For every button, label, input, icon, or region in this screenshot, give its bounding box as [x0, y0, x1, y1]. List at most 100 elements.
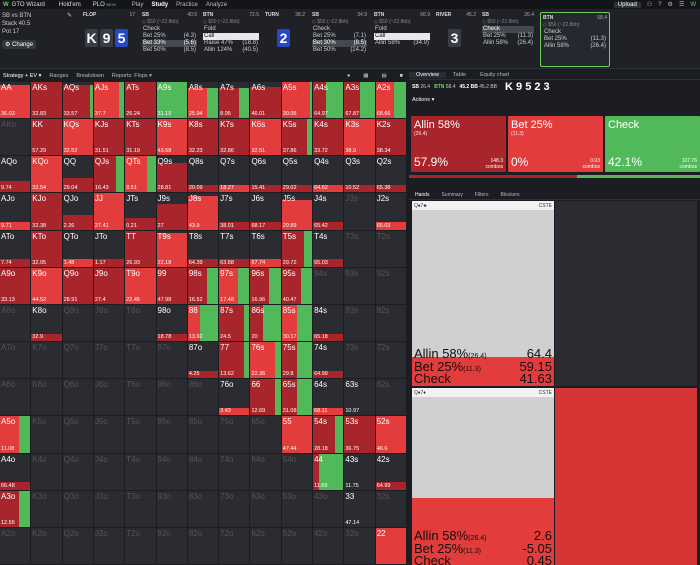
seat-option[interactable]: Check — [312, 26, 367, 33]
hand-cell[interactable]: J9s 27 — [156, 193, 188, 231]
hand-cell[interactable]: Q9o 28.91 — [62, 267, 94, 305]
hand-cell[interactable]: K7s 32.86 — [219, 119, 251, 157]
hand-cell[interactable]: AJs 37.7 — [93, 82, 126, 120]
hand-cell[interactable]: 44 11.69 — [313, 453, 345, 491]
hand-cell[interactable]: T8o — [125, 304, 157, 343]
hand-cell[interactable]: 86s 20 — [250, 304, 282, 343]
hand-cell[interactable]: Q3s 10.52 — [344, 156, 376, 194]
seat-sb-turn[interactable]: SB 34.9 ◇ $50 (~22.8bb) Check Bet 25% (7.1) Be… — [312, 12, 367, 67]
hand-cell[interactable]: 73o — [219, 490, 251, 528]
hand-cell[interactable]: KTo 32.05 — [31, 230, 63, 268]
hand-cell[interactable]: K6s 32.51 — [250, 119, 282, 157]
hand-cell[interactable]: J7s 38.01 — [219, 193, 251, 231]
hand-cell[interactable]: T6o — [125, 379, 157, 417]
hand-cell[interactable]: QTs 8.51 — [125, 156, 157, 194]
seat-option[interactable]: Bet 25% (4.3) — [142, 33, 197, 40]
hand-cell[interactable]: J3s — [344, 193, 376, 231]
hand-cell[interactable]: 85o — [187, 416, 220, 454]
hand-cell[interactable]: T6s 67.74 — [250, 230, 282, 268]
hand-cell[interactable]: 98s 16.52 — [187, 267, 220, 305]
hand-cell[interactable]: 92s — [375, 267, 407, 305]
hand-cell[interactable]: 66 12.69 — [250, 379, 282, 417]
hand-cell[interactable]: K4s 33.72 — [313, 119, 345, 157]
hand-cell[interactable]: J8s 43.9 — [187, 193, 220, 231]
hand-cell[interactable]: 83o — [187, 490, 220, 528]
hand-cell[interactable]: Q2s 65.38 — [375, 156, 407, 194]
seat-option[interactable]: Bet 25% (11.3) — [482, 33, 534, 40]
hand-cell[interactable]: A8o — [0, 304, 32, 343]
hand-cell[interactable]: 75o — [219, 416, 251, 454]
hand-cell[interactable]: 96s 16.96 — [250, 267, 282, 305]
hand-cell[interactable]: ATs 26.24 — [125, 82, 157, 120]
seat-option[interactable]: Check — [482, 26, 534, 33]
hand-cell[interactable]: K5o — [31, 416, 63, 454]
seat-option[interactable]: Allin 58% (34.9) — [374, 40, 430, 47]
hand-cell[interactable]: 42o — [313, 527, 345, 565]
seat-option[interactable]: Bet 50% (14.2) — [312, 47, 367, 54]
hand-cell[interactable]: J8o — [93, 304, 126, 343]
tab-table[interactable]: Table — [446, 72, 473, 78]
hand-cell[interactable]: AJo 9.71 — [0, 193, 32, 231]
hand-cell[interactable]: A3o 12.56 — [0, 490, 32, 528]
hand-cell[interactable]: A4o 66.48 — [0, 453, 32, 491]
hand-cell[interactable]: 54o — [281, 453, 314, 491]
tab-filters[interactable]: Filters — [469, 192, 495, 198]
hand-cell[interactable]: 92o — [156, 527, 188, 565]
hand-cell[interactable]: T7o — [125, 342, 157, 380]
hand-cell[interactable]: 84s 65.18 — [313, 304, 345, 343]
nav-analyze[interactable]: Analyze — [206, 2, 227, 8]
hand-cell[interactable]: J9o 27.4 — [93, 267, 126, 305]
hand-cell[interactable]: J5s 29.89 — [281, 193, 314, 231]
hand-cell[interactable]: 94o — [156, 453, 188, 491]
hand-cell[interactable]: AKs 32.83 — [31, 82, 63, 120]
hand-cell[interactable]: KJs 31.51 — [93, 119, 126, 157]
hand-cell[interactable]: QJo 2.26 — [62, 193, 94, 231]
profile-icon[interactable]: W — [690, 2, 696, 8]
seat-option[interactable]: Allin 58% (26.4) — [543, 43, 607, 50]
river-street[interactable]: RIVER 45.2 3 — [436, 12, 476, 67]
hand-cell[interactable]: KTs 31.19 — [125, 119, 157, 157]
hand-cell[interactable]: 62o — [250, 527, 282, 565]
hand-cell[interactable]: Q7o — [62, 342, 94, 380]
hand-cell[interactable]: K9s 43.68 — [156, 119, 188, 157]
seat-btn-flop[interactable]: BTN 72.5 ◇ $50 (~22.8bb) Fold Call Raise 47%(… — [203, 12, 259, 67]
breakdown-tab[interactable]: Breakdown — [76, 73, 104, 79]
hand-cell[interactable]: 63o — [250, 490, 282, 528]
hand-cell[interactable]: JJ 27.41 — [93, 193, 126, 231]
hand-cell[interactable]: 76s 22.36 — [250, 342, 282, 380]
hand-cell[interactable]: 65s 31.08 — [281, 379, 314, 417]
hand-cell[interactable]: Q3o — [62, 490, 94, 528]
hand-cell[interactable]: TT 26.93 — [125, 230, 157, 268]
hand-cell[interactable]: 53s 36.75 — [344, 416, 376, 454]
hand-cell[interactable]: 72s — [375, 342, 407, 380]
hand-cell[interactable]: AA 36.03 — [0, 82, 32, 120]
hand-cell[interactable]: 72o — [219, 527, 251, 565]
combo-card-q7s[interactable]: Q♠7♣ CSTE Allin 58%(26.4) 64.4 Bet 25%(11.… — [412, 201, 554, 386]
hand-cell[interactable]: J6o — [93, 379, 126, 417]
hand-cell[interactable]: K2o — [31, 527, 63, 565]
seat-sb-river[interactable]: SB 26.4 ◇ $50 (~22.8bb) Check Bet 25% (11.3) A… — [482, 12, 534, 67]
seat-option[interactable]: Allin 124% (40.5) — [203, 47, 259, 54]
seat-option[interactable]: Raise 47% (18.8) — [203, 40, 259, 47]
nav-study[interactable]: Study — [151, 2, 168, 8]
combo-card-q7d[interactable]: Q♦7♦ CSTE Allin 58%(26.4) 2.6 Bet 25%(11.3… — [412, 388, 554, 565]
hand-cell[interactable]: KQo 32.54 — [31, 156, 63, 194]
actions-dropdown[interactable]: Actions ▾ — [409, 94, 700, 106]
hand-cell[interactable]: QQ 29.04 — [62, 156, 94, 194]
turn-street[interactable]: TURN 38.2 2 — [265, 12, 305, 67]
hand-cell[interactable]: 75s 29.8 — [281, 342, 314, 380]
hand-cell[interactable]: AQo 9.74 — [0, 156, 32, 194]
action-check-box[interactable]: Check 42.1% 107.76 combos — [605, 116, 700, 172]
hand-cell[interactable]: J2s 65.03 — [375, 193, 407, 231]
hand-cell[interactable]: K2s 38.34 — [375, 119, 407, 157]
seat-option[interactable]: Check — [142, 26, 197, 33]
hand-cell[interactable]: 62s — [375, 379, 407, 417]
hand-cell[interactable]: QJs 16.43 — [93, 156, 126, 194]
users-icon[interactable]: ⚇ — [647, 1, 652, 8]
hand-cell[interactable]: Q8o — [62, 304, 94, 343]
hand-cell[interactable]: A7s 8.95 — [219, 82, 251, 120]
strategy-dropdown[interactable]: Strategy + EV ▾ — [3, 73, 41, 79]
hand-cell[interactable]: 77 13.62 — [219, 342, 251, 380]
hand-cell[interactable]: K4o — [31, 453, 63, 491]
hand-cell[interactable]: 98o 18.78 — [156, 304, 188, 343]
